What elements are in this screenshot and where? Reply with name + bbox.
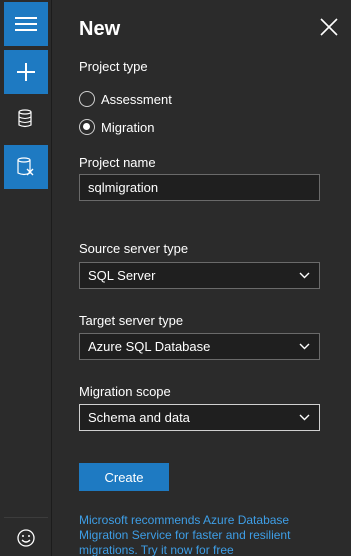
- database-delete-icon[interactable]: [4, 145, 48, 189]
- project-type-label: Project type: [79, 59, 148, 74]
- plus-icon[interactable]: [4, 50, 48, 94]
- source-server-type-select[interactable]: SQL Server: [79, 262, 320, 289]
- source-server-type-label: Source server type: [79, 241, 189, 256]
- radio-migration-circle[interactable]: [79, 119, 95, 135]
- project-name-input[interactable]: sqlmigration: [79, 174, 320, 201]
- new-project-panel: New Project type Assessment Migration Pr…: [53, 0, 351, 556]
- close-icon[interactable]: [319, 17, 339, 37]
- migration-scope-select[interactable]: Schema and data: [79, 404, 320, 431]
- radio-assessment[interactable]: Assessment: [79, 91, 172, 107]
- database-icon[interactable]: [4, 97, 48, 141]
- project-name-value: sqlmigration: [88, 180, 159, 195]
- left-rail: [0, 0, 52, 556]
- project-name-label: Project name: [79, 155, 156, 170]
- migration-scope-label: Migration scope: [79, 384, 171, 399]
- chevron-down-icon: [299, 272, 310, 279]
- source-server-type-value: SQL Server: [88, 268, 156, 283]
- create-button[interactable]: Create: [79, 463, 169, 491]
- target-server-type-label: Target server type: [79, 313, 184, 328]
- radio-assessment-circle[interactable]: [79, 91, 95, 107]
- panel-title: New: [79, 18, 121, 40]
- radio-assessment-label: Assessment: [101, 91, 172, 107]
- migration-scope-value: Schema and data: [88, 410, 190, 425]
- chevron-down-icon: [299, 414, 310, 421]
- target-server-type-value: Azure SQL Database: [88, 339, 211, 354]
- smiley-icon[interactable]: [4, 516, 48, 556]
- hamburger-menu-icon[interactable]: [4, 2, 48, 46]
- dms-recommendation-link[interactable]: Microsoft recommends Azure Database Migr…: [79, 513, 324, 556]
- radio-migration[interactable]: Migration: [79, 119, 154, 135]
- dma-app: New Project type Assessment Migration Pr…: [0, 0, 351, 556]
- radio-migration-label: Migration: [101, 119, 155, 135]
- target-server-type-select[interactable]: Azure SQL Database: [79, 333, 320, 360]
- chevron-down-icon: [299, 343, 310, 350]
